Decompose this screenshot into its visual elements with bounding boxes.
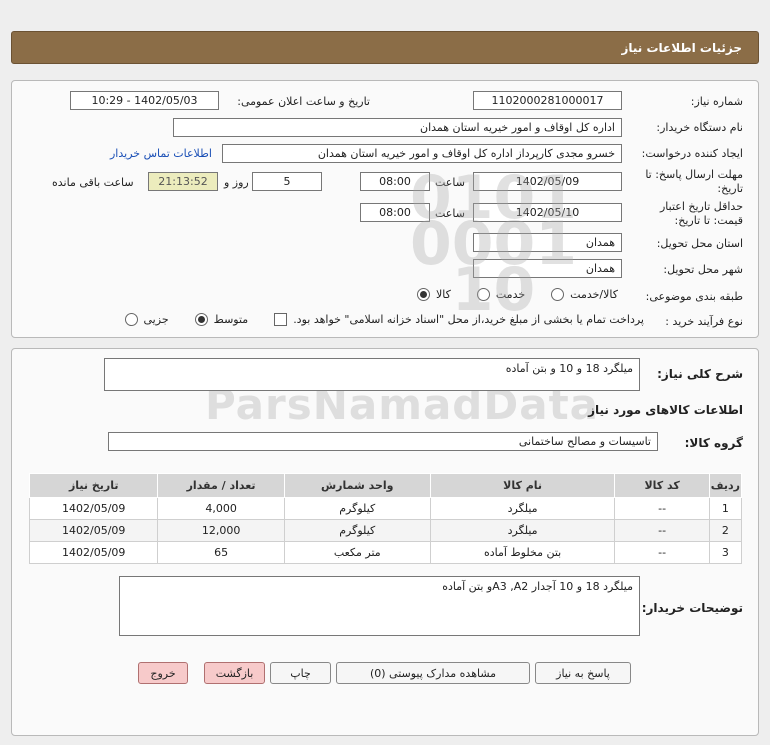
- announce-field: 1402/05/03 - 10:29: [70, 91, 219, 110]
- print-button[interactable]: چاپ: [270, 662, 331, 684]
- page-header: جزئیات اطلاعات نیاز: [11, 31, 759, 64]
- announce-label: تاریخ و ساعت اعلان عمومی:: [237, 95, 370, 108]
- col-unit: واحد شمارش: [283, 473, 431, 498]
- cell-code: --: [614, 519, 710, 542]
- cell-row: 3: [708, 541, 743, 564]
- table-row: 1 -- میلگرد کیلوگرم 4,000 1402/05/09: [28, 497, 743, 520]
- deadline-date-field: 1402/05/09: [473, 172, 622, 191]
- buyer-org-label: نام دستگاه خریدار:: [656, 121, 743, 134]
- cell-date: 1402/05/09: [28, 519, 159, 542]
- validity-label-1: حداقل تاریخ اعتبار: [659, 200, 743, 213]
- validity-time-field: 08:00: [360, 203, 430, 222]
- goods-info-title: اطلاعات کالاهای مورد نیاز: [588, 403, 743, 417]
- contact-buyer-link[interactable]: اطلاعات تماس خریدار: [110, 147, 212, 160]
- validity-date-field: 1402/05/10: [473, 203, 622, 222]
- buyer-notes-label: توضیحات خریدار:: [641, 601, 743, 615]
- cell-name: میلگرد: [429, 497, 616, 520]
- cell-name: میلگرد: [429, 519, 616, 542]
- cell-qty: 65: [157, 541, 285, 564]
- category-option-goods: کالا: [436, 288, 451, 301]
- cell-name: بتن مخلوط آماده: [429, 541, 616, 564]
- cell-row: 1: [708, 497, 743, 520]
- category-radio-goods[interactable]: [417, 288, 430, 301]
- cell-qty: 12,000: [157, 519, 285, 542]
- deadline-label-1: مهلت ارسال پاسخ: تا: [645, 168, 743, 181]
- category-radio-service[interactable]: [476, 288, 490, 301]
- province-label: استان محل تحویل:: [656, 237, 743, 250]
- validity-label-2: قیمت: تا تاریخ:: [674, 214, 743, 227]
- deadline-time-field: 08:00: [360, 172, 430, 191]
- page-title: جزئیات اطلاعات نیاز: [621, 40, 742, 55]
- cell-row: 2: [708, 519, 743, 542]
- back-button[interactable]: بازگشت: [204, 662, 265, 684]
- category-options: کالا خدمت کالا/خدمت: [417, 288, 618, 301]
- province-field: همدان: [473, 233, 622, 252]
- category-radio-both[interactable]: [551, 288, 565, 301]
- attachments-button[interactable]: مشاهده مدارک پیوستی (0): [336, 662, 530, 684]
- creator-label: ایجاد کننده درخواست:: [641, 147, 743, 160]
- process-option-medium: متوسط: [213, 313, 249, 326]
- cell-unit: متر مکعب: [283, 541, 431, 564]
- items-table-wrap: ردیف کد کالا نام کالا واحد شمارش تعداد /…: [28, 473, 743, 564]
- col-qty: تعداد / مقدار: [157, 473, 285, 498]
- summary-label: شرح کلی نیاز:: [657, 367, 743, 381]
- days-field: 5: [252, 172, 322, 191]
- payment-note: پرداخت تمام یا بخشی از مبلغ خرید،از محل …: [293, 313, 644, 326]
- category-option-both: کالا/خدمت: [570, 288, 618, 301]
- cell-code: --: [614, 497, 710, 520]
- validity-time-label: ساعت: [435, 207, 465, 220]
- group-field: تاسیسات و مصالح ساختمانی: [108, 432, 658, 451]
- need-number-label: شماره نیاز:: [690, 95, 743, 108]
- col-date: تاریخ نیاز: [28, 473, 159, 498]
- cell-unit: کیلوگرم: [283, 497, 431, 520]
- process-label: نوع فرآیند خرید :: [665, 315, 743, 328]
- cell-date: 1402/05/09: [28, 497, 159, 520]
- table-header-row: ردیف کد کالا نام کالا واحد شمارش تعداد /…: [28, 473, 743, 498]
- city-field: همدان: [473, 259, 622, 278]
- col-code: کد کالا: [614, 473, 710, 498]
- items-table: ردیف کد کالا نام کالا واحد شمارش تعداد /…: [28, 473, 743, 564]
- buyer-org-field: اداره کل اوقاف و امور خیریه استان همدان: [173, 118, 622, 137]
- cell-unit: کیلوگرم: [283, 519, 431, 542]
- buyer-notes-field: میلگرد 18 و 10 آجدار A3 ,A2و بتن آماده: [119, 576, 640, 636]
- process-option-minor: جزیی: [143, 313, 169, 326]
- creator-field: خسرو مجدی کارپرداز اداره کل اوقاف و امور…: [222, 144, 622, 163]
- cell-code: --: [614, 541, 710, 564]
- remaining-time-field: 21:13:52: [148, 172, 218, 191]
- table-row: 3 -- بتن مخلوط آماده متر مکعب 65 1402/05…: [28, 541, 743, 564]
- days-label: روز و: [224, 176, 249, 189]
- group-label: گروه کالا:: [684, 436, 743, 450]
- category-option-service: خدمت: [495, 288, 526, 301]
- need-number-field: 1102000281000017: [473, 91, 622, 110]
- col-name: نام کالا: [429, 473, 616, 498]
- category-label: طبقه بندی موضوعی:: [645, 290, 743, 303]
- col-row: ردیف: [708, 473, 743, 498]
- process-options: جزیی متوسط پرداخت تمام یا بخشی از مبلغ خ…: [124, 313, 644, 326]
- remaining-label: ساعت باقی مانده: [52, 176, 134, 189]
- treasury-checkbox[interactable]: [274, 313, 288, 326]
- process-radio-medium[interactable]: [194, 313, 208, 326]
- cell-date: 1402/05/09: [28, 541, 159, 564]
- city-label: شهر محل تحویل:: [663, 263, 743, 276]
- table-row: 2 -- میلگرد کیلوگرم 12,000 1402/05/09: [28, 519, 743, 542]
- process-radio-minor[interactable]: [124, 313, 138, 326]
- exit-button[interactable]: خروج: [138, 662, 188, 684]
- summary-field: میلگرد 18 و 10 و بتن آماده: [104, 358, 640, 391]
- deadline-time-label: ساعت: [435, 176, 465, 189]
- cell-qty: 4,000: [157, 497, 285, 520]
- reply-button[interactable]: پاسخ به نیاز: [535, 662, 631, 684]
- deadline-label-2: تاریخ:: [717, 182, 743, 195]
